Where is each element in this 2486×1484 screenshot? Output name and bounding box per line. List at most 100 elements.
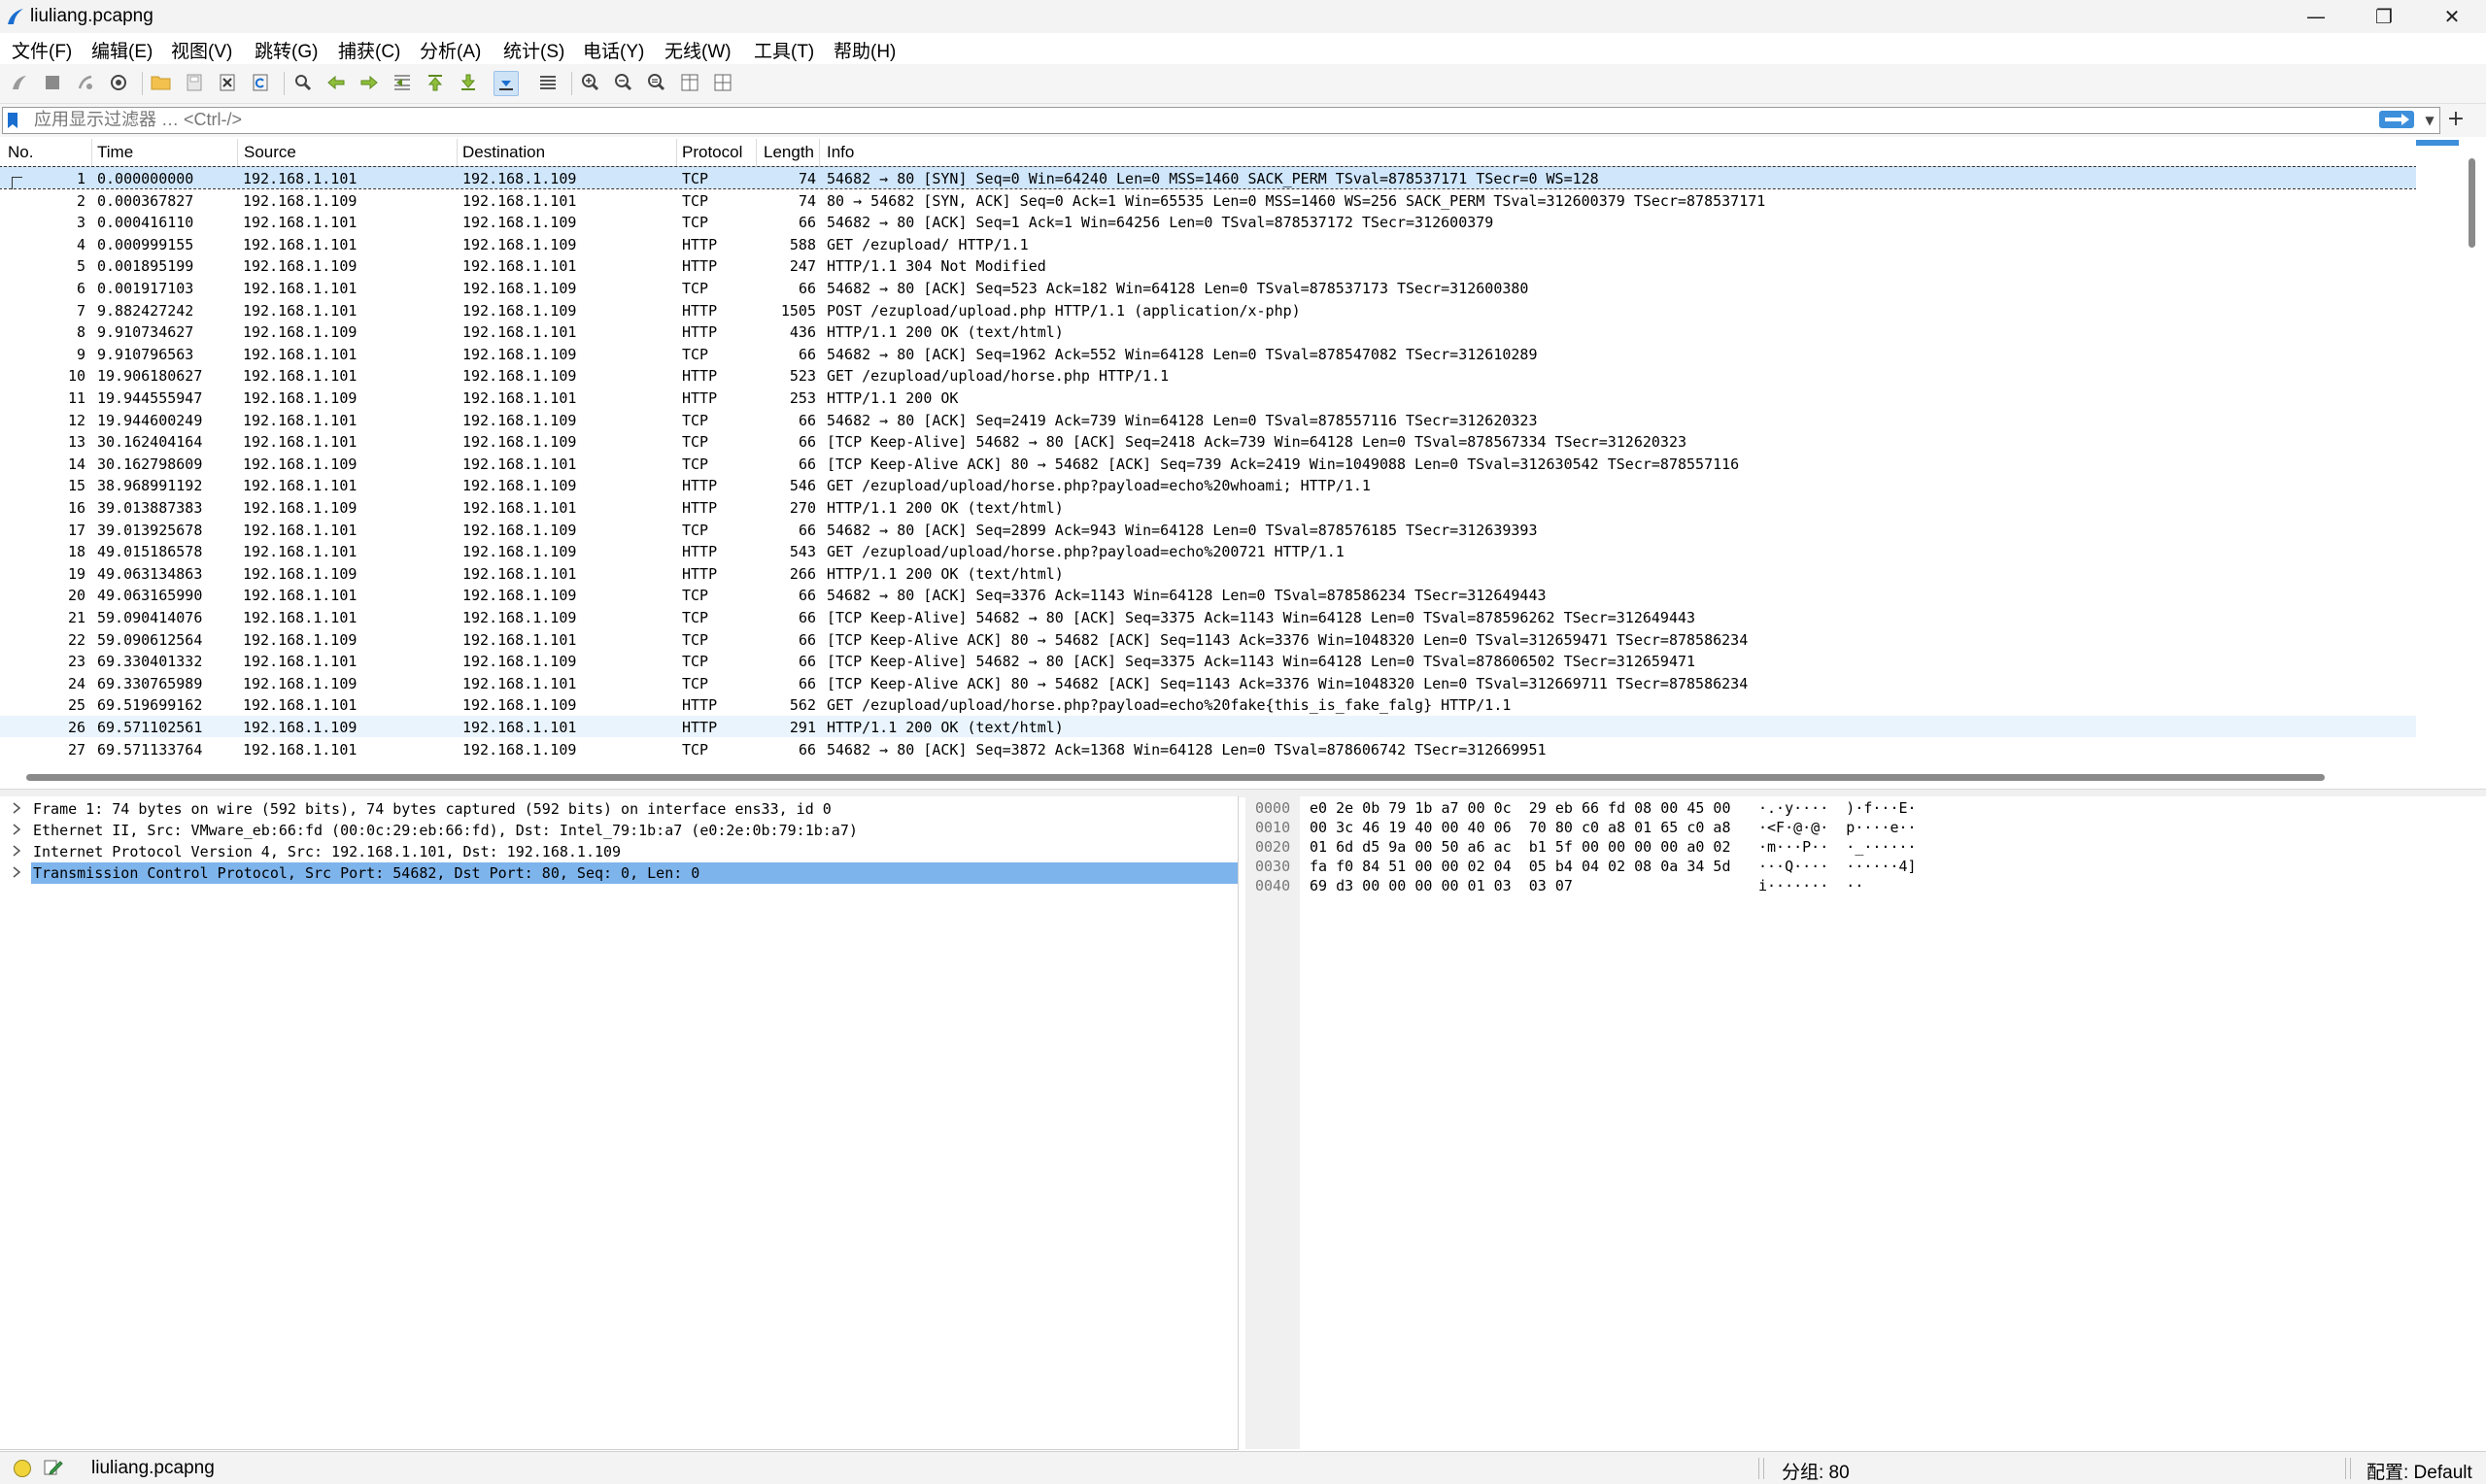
bytes-ascii[interactable]: ···Q···· ······4] (1758, 858, 1917, 875)
column-divider[interactable] (756, 139, 757, 166)
packet-list-vertical-scrollbar[interactable] (2416, 139, 2486, 765)
packet-row[interactable]: 1 0.000000000 192.168.1.101 192.168.1.109 TC… (0, 166, 2416, 189)
zoom-normal-icon[interactable] (645, 71, 668, 94)
menu-statistics[interactable]: 统计(S) (503, 37, 564, 63)
go-first-icon[interactable] (424, 71, 447, 94)
resize-columns-icon[interactable] (678, 71, 701, 94)
bytes-ascii[interactable]: ·.·y···· )·f···E· (1758, 799, 1917, 817)
apply-filter-button[interactable] (2379, 111, 2414, 128)
menu-go[interactable]: 跳转(G) (255, 37, 318, 63)
menu-tools[interactable]: 工具(T) (754, 37, 814, 63)
bytes-ascii[interactable]: ·m···P·· ·_······ (1758, 838, 1917, 856)
packet-row[interactable]: 4 0.000999155 192.168.1.101 192.168.1.109 HT… (0, 233, 2416, 254)
find-packet-icon[interactable] (291, 71, 315, 94)
packet-row[interactable]: 15 38.968991192 192.168.1.101 192.168.1.109… (0, 474, 2416, 495)
packet-row[interactable]: 13 30.162404164 192.168.1.101 192.168.1.109… (0, 430, 2416, 452)
vertical-scroll-thumb[interactable] (2469, 158, 2475, 248)
packet-row[interactable]: 23 69.330401332 192.168.1.101 192.168.1.109… (0, 650, 2416, 671)
start-capture-icon[interactable] (8, 71, 31, 94)
detail-row-tcp[interactable]: Transmission Control Protocol, Src Port:… (0, 862, 1238, 884)
menu-view[interactable]: 视图(V) (171, 37, 232, 63)
restart-capture-icon[interactable] (74, 71, 97, 94)
packet-list-horizontal-scrollbar[interactable] (0, 767, 2416, 787)
packet-row[interactable]: 8 9.910734627 192.168.1.109 192.168.1.101 HT… (0, 320, 2416, 342)
detail-row-ipv4[interactable]: Internet Protocol Version 4, Src: 192.16… (0, 841, 1238, 862)
menu-edit[interactable]: 编辑(E) (91, 37, 153, 63)
menu-analyze[interactable]: 分析(A) (420, 37, 481, 63)
chevron-right-icon[interactable] (10, 823, 23, 836)
packet-row[interactable]: 3 0.000416110 192.168.1.101 192.168.1.109 TC… (0, 211, 2416, 232)
packet-row[interactable]: 25 69.519699162 192.168.1.101 192.168.1.109… (0, 693, 2416, 715)
packet-row[interactable]: 27 69.571133764 192.168.1.101 192.168.1.109… (0, 738, 2416, 759)
column-protocol[interactable]: Protocol (682, 143, 742, 162)
minimize-button[interactable]: — (2282, 0, 2350, 33)
packet-row[interactable]: 11 19.944555947 192.168.1.109 192.168.1.101… (0, 387, 2416, 408)
status-separator[interactable] (2345, 1458, 2351, 1479)
menu-capture[interactable]: 捕获(C) (338, 37, 400, 63)
bytes-ascii[interactable]: i······· ·· (1758, 877, 1863, 894)
chevron-right-icon[interactable] (10, 801, 23, 815)
packet-row[interactable]: 16 39.013887383 192.168.1.109 192.168.1.101… (0, 496, 2416, 518)
packet-row[interactable]: 26 69.571102561 192.168.1.109 192.168.1.101… (0, 716, 2416, 737)
status-separator[interactable] (1758, 1458, 1764, 1479)
packet-row[interactable]: 9 9.910796563 192.168.1.101 192.168.1.109 TC… (0, 343, 2416, 364)
bytes-ascii[interactable]: ·<F·@·@· p····e·· (1758, 819, 1917, 836)
packet-row[interactable]: 14 30.162798609 192.168.1.109 192.168.1.101… (0, 453, 2416, 474)
packet-row[interactable]: 7 9.882427242 192.168.1.101 192.168.1.109 HT… (0, 299, 2416, 320)
packet-row[interactable]: 10 19.906180627 192.168.1.101 192.168.1.109… (0, 364, 2416, 386)
column-divider[interactable] (819, 139, 820, 166)
capture-options-icon[interactable] (107, 71, 130, 94)
expand-layout-icon[interactable] (711, 71, 734, 94)
open-file-icon[interactable] (150, 71, 173, 94)
detail-row-frame[interactable]: Frame 1: 74 bytes on wire (592 bits), 74… (0, 798, 1238, 820)
go-last-icon[interactable] (457, 71, 480, 94)
horizontal-scroll-thumb[interactable] (26, 774, 2325, 781)
column-source[interactable]: Source (244, 143, 296, 162)
column-no[interactable]: No. (8, 143, 33, 162)
menu-help[interactable]: 帮助(H) (834, 37, 896, 63)
packet-row[interactable]: 17 39.013925678 192.168.1.101 192.168.1.109… (0, 519, 2416, 540)
expert-info-icon[interactable] (14, 1460, 31, 1477)
go-forward-icon[interactable] (358, 71, 381, 94)
status-profile[interactable]: 配置: Default (2367, 1458, 2472, 1484)
reload-file-icon[interactable] (249, 71, 272, 94)
packet-row[interactable]: 21 59.090414076 192.168.1.101 192.168.1.109… (0, 606, 2416, 627)
save-file-icon[interactable] (183, 71, 206, 94)
chevron-right-icon[interactable] (10, 865, 23, 879)
add-filter-button[interactable]: + (2444, 106, 2468, 131)
go-to-packet-icon[interactable] (391, 71, 414, 94)
packet-row[interactable]: 24 69.330765989 192.168.1.109 192.168.1.101… (0, 672, 2416, 693)
menu-telephony[interactable]: 电话(Y) (583, 37, 644, 63)
bytes-hex[interactable]: e0 2e 0b 79 1b a7 00 0c 29 eb 66 fd 08 0… (1310, 799, 1730, 817)
display-filter-input[interactable] (34, 109, 2366, 130)
bytes-hex[interactable]: 69 d3 00 00 00 00 01 03 03 07 (1310, 877, 1573, 894)
bytes-hex[interactable]: fa f0 84 51 00 00 02 04 05 b4 04 02 08 0… (1310, 858, 1730, 875)
auto-scroll-icon[interactable] (494, 71, 519, 96)
restore-button[interactable]: ❐ (2350, 0, 2418, 33)
stop-capture-icon[interactable] (41, 71, 64, 94)
detail-row-ethernet[interactable]: Ethernet II, Src: VMware_eb:66:fd (00:0c… (0, 820, 1238, 841)
packet-row[interactable]: 20 49.063165990 192.168.1.101 192.168.1.109… (0, 584, 2416, 605)
packet-row[interactable]: 2 0.000367827 192.168.1.109 192.168.1.101 TC… (0, 189, 2416, 211)
go-back-icon[interactable] (324, 71, 348, 94)
column-length[interactable]: Length (764, 143, 814, 162)
column-destination[interactable]: Destination (462, 143, 545, 162)
capture-comment-icon[interactable] (43, 1458, 64, 1477)
packet-row[interactable]: 18 49.015186578 192.168.1.101 192.168.1.109… (0, 540, 2416, 561)
zoom-out-icon[interactable] (612, 71, 635, 94)
colorize-icon[interactable] (536, 71, 560, 94)
packet-row[interactable]: 6 0.001917103 192.168.1.101 192.168.1.109 TC… (0, 277, 2416, 298)
packet-row[interactable]: 5 0.001895199 192.168.1.109 192.168.1.101 HT… (0, 254, 2416, 276)
close-button[interactable]: ✕ (2418, 0, 2486, 33)
filter-history-dropdown[interactable]: ▼ (2422, 110, 2437, 131)
column-divider[interactable] (676, 139, 677, 166)
packet-row[interactable]: 22 59.090612564 192.168.1.109 192.168.1.101… (0, 628, 2416, 650)
column-divider[interactable] (91, 139, 92, 166)
menu-wireless[interactable]: 无线(W) (664, 37, 732, 63)
menu-file[interactable]: 文件(F) (12, 37, 72, 63)
packet-row[interactable]: 19 49.063134863 192.168.1.109 192.168.1.101… (0, 562, 2416, 584)
column-divider[interactable] (457, 139, 458, 166)
bytes-hex[interactable]: 00 3c 46 19 40 00 40 06 70 80 c0 a8 01 6… (1310, 819, 1730, 836)
column-info[interactable]: Info (827, 143, 854, 162)
zoom-in-icon[interactable] (579, 71, 602, 94)
